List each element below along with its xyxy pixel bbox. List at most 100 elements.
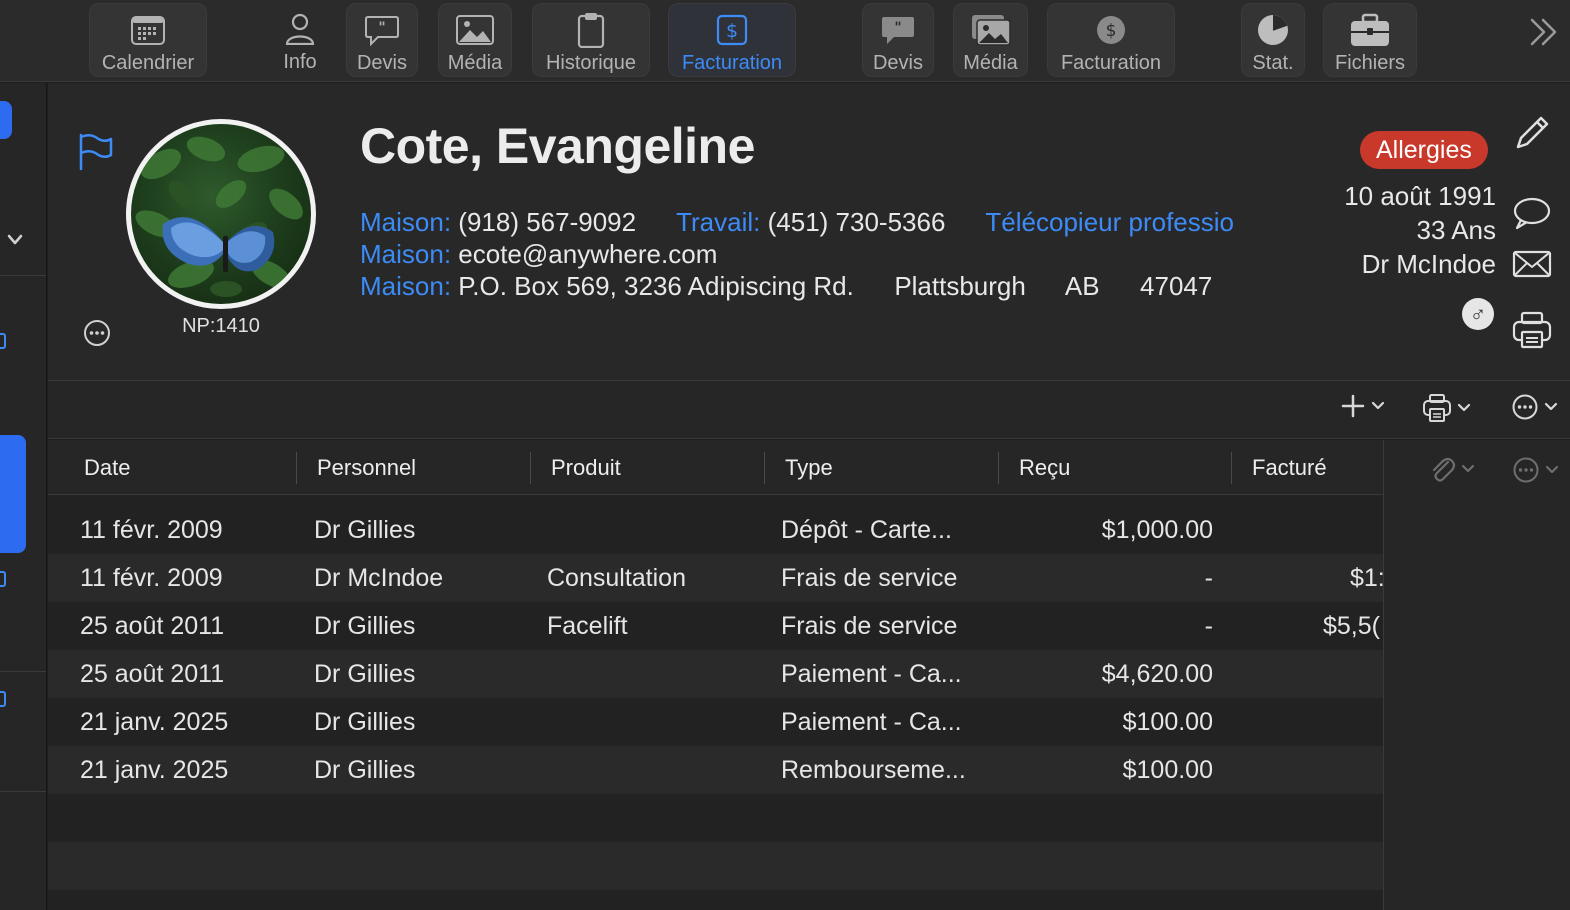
- cell-product: Consultation: [547, 564, 686, 592]
- patient-name: Cote, Evangeline: [360, 118, 755, 174]
- column-header-type[interactable]: Type: [785, 440, 833, 495]
- svg-text:$: $: [726, 20, 738, 42]
- sidebar-item-active[interactable]: [0, 101, 12, 139]
- print-icon: [1423, 394, 1451, 422]
- print-menu-button[interactable]: [1422, 393, 1472, 423]
- primary-doctor: Dr McIndoe: [1361, 249, 1496, 279]
- chevron-down-icon: [1461, 464, 1475, 473]
- toolbar-quotes-button[interactable]: " Devis: [346, 3, 418, 77]
- sidebar-item-icon[interactable]: [0, 691, 6, 707]
- column-header-billed[interactable]: Facturé: [1252, 440, 1327, 495]
- column-divider[interactable]: [1231, 452, 1232, 484]
- cell-staff: Dr McIndoe: [314, 564, 444, 592]
- toolbar-media-button[interactable]: Média: [438, 3, 512, 77]
- home-phone-value[interactable]: (918) 567-9092: [458, 207, 636, 237]
- dollar-circle-icon: $: [1090, 10, 1132, 50]
- work-phone-value[interactable]: (451) 730-5366: [768, 207, 946, 237]
- message-bubble-icon[interactable]: [1512, 195, 1552, 236]
- toolbar-billing-button-2[interactable]: $ Facturation: [1047, 3, 1175, 77]
- toolbar-history-button[interactable]: Historique: [532, 3, 650, 77]
- toolbar-overflow-chevron-icon[interactable]: [1526, 14, 1562, 50]
- cell-date: 21 janv. 2025: [80, 708, 229, 736]
- table-more-button[interactable]: [1511, 393, 1559, 421]
- toolbar-quotes-button-2[interactable]: " Devis: [862, 3, 934, 77]
- more-options-icon: [1513, 457, 1539, 483]
- column-divider[interactable]: [296, 452, 297, 484]
- table-row[interactable]: 21 janv. 2025 Dr Gillies Paiement - Ca..…: [48, 698, 1383, 746]
- table-row[interactable]: 21 janv. 2025 Dr Gillies Rembourseme... …: [48, 746, 1383, 794]
- edit-pencil-icon[interactable]: [1512, 113, 1552, 158]
- app-window: Calendrier Info " Devis Média Historique: [0, 0, 1570, 910]
- photos-icon: [970, 10, 1012, 50]
- toolbar-calendar-button[interactable]: Calendrier: [89, 3, 207, 77]
- toolbar-label: Média: [963, 52, 1018, 74]
- table-row-empty: [48, 890, 1383, 910]
- toolbar-label: Média: [447, 52, 503, 74]
- pie-chart-icon: [1252, 10, 1294, 50]
- cell-received: $100.00: [1122, 708, 1213, 736]
- calendar-icon: [127, 10, 169, 50]
- svg-text:$: $: [1106, 21, 1117, 41]
- toolbar-stats-button[interactable]: Stat.: [1241, 3, 1305, 77]
- sidebar-item-selected[interactable]: [0, 435, 26, 553]
- table-row[interactable]: 11 févr. 2009 Dr Gillies Dépôt - Carte..…: [48, 506, 1383, 554]
- add-entry-button[interactable]: [1340, 393, 1386, 419]
- column-divider[interactable]: [530, 452, 531, 484]
- cell-date: 11 févr. 2009: [80, 516, 223, 544]
- cell-billed: $5,5(: [1323, 612, 1380, 640]
- sidebar-divider: [0, 671, 46, 672]
- toolbar-billing-button[interactable]: $ Facturation: [668, 3, 796, 77]
- table-row-empty: [48, 794, 1383, 842]
- cell-received: $100.00: [1122, 756, 1213, 784]
- quote-bubble-icon: ": [361, 10, 403, 50]
- column-divider[interactable]: [764, 452, 765, 484]
- column-header-received[interactable]: Reçu: [1019, 440, 1070, 495]
- attachments-panel: [1383, 440, 1570, 910]
- fax-label: Télécopieur professio: [985, 207, 1234, 237]
- table-row[interactable]: 25 août 2011 Dr Gillies Paiement - Ca...…: [48, 650, 1383, 698]
- flag-icon[interactable]: [78, 133, 114, 176]
- sidebar-item-icon[interactable]: [0, 571, 6, 587]
- contact-phone-line: Maison: (918) 567-9092 Travail: (451) 73…: [360, 207, 1234, 238]
- email-envelope-icon[interactable]: [1512, 249, 1552, 284]
- column-header-product[interactable]: Produit: [551, 440, 621, 495]
- column-header-staff[interactable]: Personnel: [317, 440, 416, 495]
- cell-product: [547, 650, 757, 698]
- table-row[interactable]: 25 août 2011 Dr Gillies Facelift Frais d…: [48, 602, 1383, 650]
- toolbar-label: Fichiers: [1334, 52, 1405, 74]
- more-options-icon: [1512, 394, 1538, 420]
- toolbar-media-button-2[interactable]: Média: [953, 3, 1028, 77]
- cell-product: [547, 698, 757, 746]
- cell-staff: Dr Gillies: [314, 756, 416, 784]
- cell-staff: Dr Gillies: [314, 516, 416, 544]
- email-label: Maison:: [360, 239, 452, 269]
- allergy-badge[interactable]: Allergies: [1360, 131, 1488, 169]
- cell-received: $4,620.00: [1101, 660, 1213, 688]
- toolbar-files-button[interactable]: Fichiers: [1323, 3, 1417, 77]
- table-row-empty: [48, 842, 1383, 890]
- quote-bubble-icon: ": [877, 10, 919, 50]
- sidebar-divider: [0, 791, 46, 792]
- chevron-down-icon[interactable]: [6, 233, 24, 252]
- toolbar-info-button[interactable]: Info: [266, 3, 334, 77]
- work-phone-label: Travail:: [676, 207, 761, 237]
- sidebar-item-icon[interactable]: [0, 333, 6, 349]
- table-row[interactable]: 11 févr. 2009 Dr McIndoe Consultation Fr…: [48, 554, 1383, 602]
- print-icon[interactable]: [1512, 311, 1552, 354]
- cell-received: -: [1204, 564, 1213, 592]
- paperclip-icon: [1432, 457, 1456, 482]
- toolbar-label: Calendrier: [101, 52, 195, 74]
- panel-more-button[interactable]: [1512, 456, 1560, 484]
- table-header: Date Personnel Produit Type Reçu Facturé: [48, 440, 1383, 495]
- column-header-date[interactable]: Date: [84, 440, 130, 495]
- patient-photo[interactable]: [126, 119, 316, 309]
- cell-type: Frais de service: [781, 564, 958, 592]
- chevron-down-icon: [1371, 401, 1385, 410]
- attachment-menu-button[interactable]: [1428, 454, 1476, 484]
- more-options-icon[interactable]: [82, 318, 112, 353]
- cell-type: Dépôt - Carte...: [781, 516, 952, 544]
- email-value[interactable]: ecote@anywhere.com: [458, 239, 717, 269]
- home-phone-label: Maison:: [360, 207, 452, 237]
- address-value[interactable]: P.O. Box 569, 3236 Adipiscing Rd.: [458, 271, 854, 301]
- column-divider[interactable]: [998, 452, 999, 484]
